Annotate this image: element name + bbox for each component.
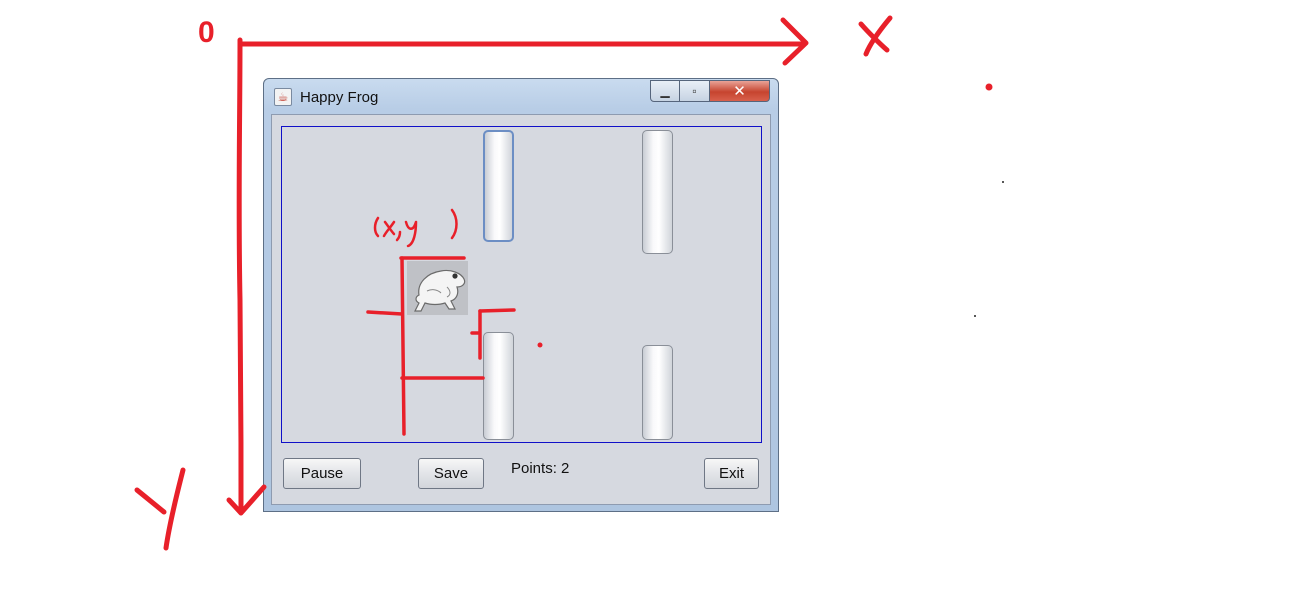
title-bar[interactable]: ☕ Happy Frog ▁ ▫ ✕ xyxy=(264,79,778,113)
minimize-icon: ▁ xyxy=(660,84,670,98)
top-pipe-2 xyxy=(642,130,673,254)
dot-mark-3 xyxy=(1002,181,1004,183)
game-playfield xyxy=(281,126,762,443)
dot-mark-2 xyxy=(985,83,993,91)
exit-button[interactable]: Exit xyxy=(704,458,759,489)
bottom-pipe-2 xyxy=(642,345,673,440)
x-axis-letter xyxy=(858,15,893,57)
y-axis-arrowhead xyxy=(226,484,267,516)
save-button[interactable]: Save xyxy=(418,458,484,489)
y-axis-line xyxy=(236,37,244,513)
x-axis-arrowhead xyxy=(780,17,809,66)
java-app-icon: ☕ xyxy=(274,88,292,106)
dot-mark-4 xyxy=(974,315,976,317)
maximize-icon: ▫ xyxy=(692,84,697,98)
happy-frog-window: ☕ Happy Frog ▁ ▫ ✕ Pause Save Points: 2 … xyxy=(263,78,779,512)
window-title: Happy Frog xyxy=(300,89,379,106)
minimize-button[interactable]: ▁ xyxy=(650,80,680,102)
maximize-button[interactable]: ▫ xyxy=(680,80,710,102)
window-client-area: Pause Save Points: 2 Exit xyxy=(271,114,771,505)
close-icon: ✕ xyxy=(733,83,746,100)
frog-icon xyxy=(414,269,466,312)
origin-label: 0 xyxy=(198,16,215,49)
y-axis-letter xyxy=(134,467,186,551)
close-button[interactable]: ✕ xyxy=(710,80,770,102)
points-counter: Points: 2 xyxy=(511,460,570,477)
frog-sprite xyxy=(407,261,468,315)
top-pipe-1 xyxy=(483,130,514,242)
pause-button[interactable]: Pause xyxy=(283,458,361,489)
bottom-pipe-1 xyxy=(483,332,514,440)
window-controls: ▁ ▫ ✕ xyxy=(650,80,770,104)
